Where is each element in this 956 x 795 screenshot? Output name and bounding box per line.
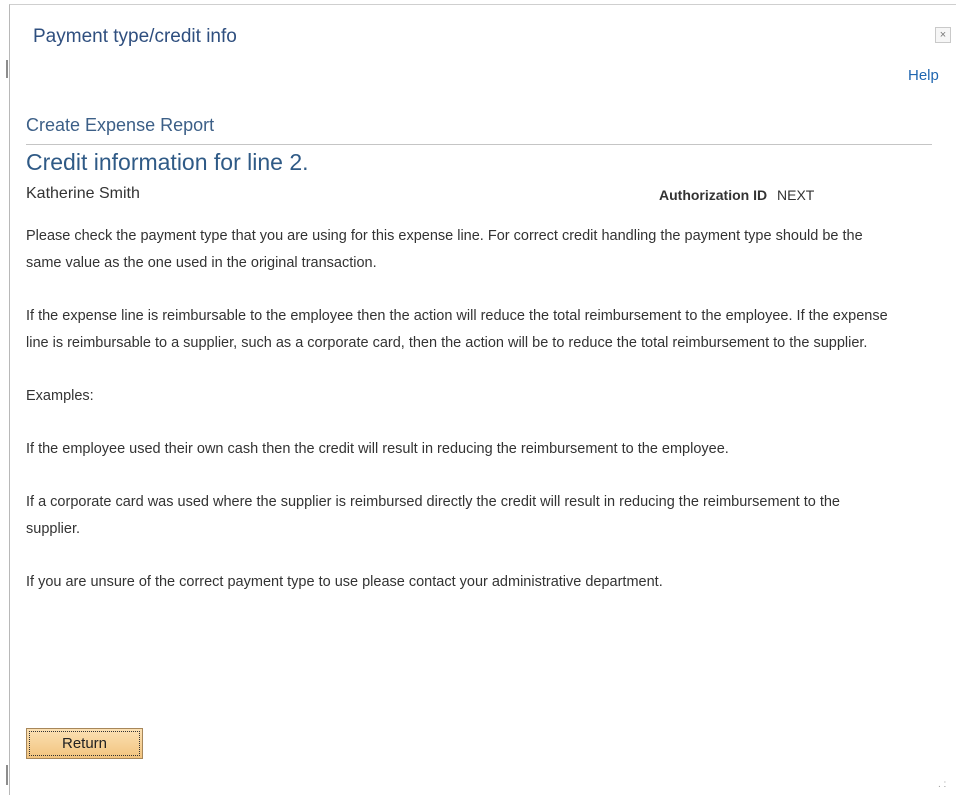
background-divider	[6, 765, 8, 785]
payment-type-dialog: Payment type/credit info × Help Create E…	[9, 4, 956, 795]
instruction-paragraph: If a corporate card was used where the s…	[26, 494, 840, 537]
return-button[interactable]: Return	[26, 728, 143, 759]
close-icon[interactable]: ×	[935, 27, 951, 43]
help-link[interactable]: Help	[908, 67, 939, 84]
instruction-paragraph: If the employee used their own cash then…	[26, 441, 729, 457]
page-title: Credit information for line 2.	[26, 149, 309, 175]
employee-info-row: Katherine Smith Authorization ID NEXT	[26, 183, 932, 209]
authorization-info: Authorization ID NEXT	[659, 187, 814, 203]
dialog-titlebar[interactable]: Payment type/credit info ×	[10, 5, 956, 57]
authorization-value: NEXT	[777, 187, 815, 203]
dialog-title: Payment type/credit info	[33, 26, 237, 47]
instruction-paragraph: If the expense line is reimbursable to t…	[26, 308, 888, 351]
resize-grip-icon[interactable]: . :	[938, 780, 946, 790]
examples-label: Examples:	[26, 388, 94, 404]
instruction-paragraph: Please check the payment type that you a…	[26, 228, 863, 271]
authorization-label: Authorization ID	[659, 187, 768, 203]
employee-name: Katherine Smith	[26, 185, 140, 202]
page-subtitle: Create Expense Report	[26, 113, 932, 145]
instruction-paragraph: If you are unsure of the correct payment…	[26, 574, 663, 590]
dialog-content: Create Expense Report Credit information…	[26, 113, 932, 596]
background-divider	[6, 60, 8, 78]
